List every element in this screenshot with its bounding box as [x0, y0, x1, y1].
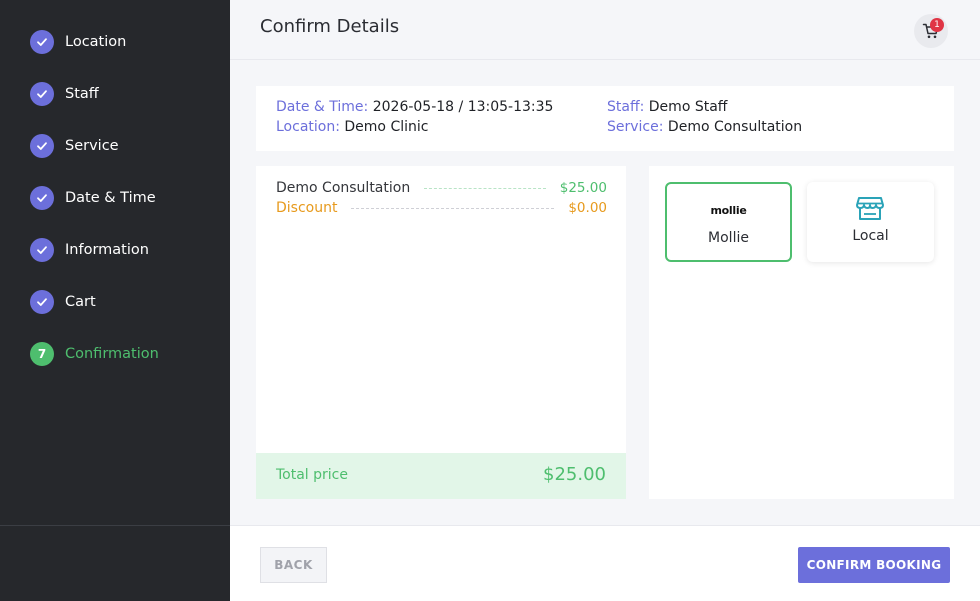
- step-confirmation[interactable]: 7 Confirmation: [30, 342, 159, 366]
- step-label: Location: [65, 34, 127, 50]
- cart-count-badge: 1: [930, 18, 944, 32]
- total-bar: Total price $25.00: [256, 453, 626, 499]
- step-service[interactable]: Service: [30, 134, 119, 158]
- step-number: 7: [30, 342, 54, 366]
- page-title: Confirm Details: [260, 16, 400, 37]
- detail-location: Location: Demo Clinic: [276, 119, 428, 135]
- payment-option-local[interactable]: Local: [807, 182, 934, 262]
- total-value: $25.00: [543, 464, 606, 485]
- step-label: Cart: [65, 294, 96, 310]
- check-icon: [30, 134, 54, 158]
- item-price: $0.00: [568, 200, 607, 216]
- step-location[interactable]: Location: [30, 30, 126, 54]
- check-icon: [30, 82, 54, 106]
- item-name: Demo Consultation: [276, 180, 411, 196]
- detail-service: Service: Demo Consultation: [607, 119, 802, 135]
- leader-line: [351, 207, 555, 209]
- detail-value: Demo Clinic: [344, 119, 429, 135]
- confirm-booking-button[interactable]: CONFIRM BOOKING: [798, 547, 950, 583]
- sidebar-footer: [0, 525, 230, 601]
- payment-label: Mollie: [708, 230, 749, 246]
- step-information[interactable]: Information: [30, 238, 149, 262]
- leader-line: [424, 187, 546, 189]
- step-label: Information: [65, 242, 149, 258]
- step-label: Staff: [65, 86, 99, 102]
- sidebar: Location Staff Service Date & Time Infor…: [0, 0, 230, 601]
- item-price: $25.00: [559, 180, 607, 196]
- check-icon: [30, 238, 54, 262]
- detail-datetime: Date & Time: 2026-05-18 / 13:05-13:35: [276, 99, 553, 115]
- footer: BACK CONFIRM BOOKING: [230, 525, 980, 601]
- step-label: Confirmation: [65, 346, 159, 362]
- detail-value: Demo Staff: [648, 99, 728, 115]
- check-icon: [30, 290, 54, 314]
- check-icon: [30, 30, 54, 54]
- detail-value: 2026-05-18 / 13:05-13:35: [372, 99, 554, 115]
- total-label: Total price: [276, 467, 348, 483]
- booking-details: Date & Time: 2026-05-18 / 13:05-13:35 Lo…: [256, 86, 954, 151]
- step-cart[interactable]: Cart: [30, 290, 96, 314]
- detail-key: Location:: [276, 119, 340, 135]
- payment-label: Local: [852, 228, 889, 244]
- detail-key: Staff:: [607, 99, 645, 115]
- cart-button[interactable]: [914, 14, 948, 48]
- item-name: Discount: [276, 200, 338, 216]
- mollie-logo: mollie: [710, 204, 747, 217]
- payment-option-mollie[interactable]: mollie Mollie: [665, 182, 792, 262]
- step-label: Date & Time: [65, 190, 156, 206]
- step-label: Service: [65, 138, 119, 154]
- detail-value: Demo Consultation: [667, 119, 803, 135]
- header: Confirm Details 1: [230, 0, 980, 60]
- detail-key: Date & Time:: [276, 99, 369, 115]
- detail-key: Service:: [607, 119, 664, 135]
- back-button[interactable]: BACK: [260, 547, 327, 583]
- line-item: Demo Consultation $25.00: [276, 179, 607, 197]
- check-icon: [30, 186, 54, 210]
- store-icon: [856, 197, 884, 220]
- discount-item: Discount $0.00: [276, 199, 607, 217]
- step-staff[interactable]: Staff: [30, 82, 99, 106]
- step-date-time[interactable]: Date & Time: [30, 186, 156, 210]
- detail-staff: Staff: Demo Staff: [607, 99, 727, 115]
- payment-methods: mollie Mollie Local: [649, 166, 954, 499]
- order-summary: Demo Consultation $25.00 Discount $0.00 …: [256, 166, 626, 499]
